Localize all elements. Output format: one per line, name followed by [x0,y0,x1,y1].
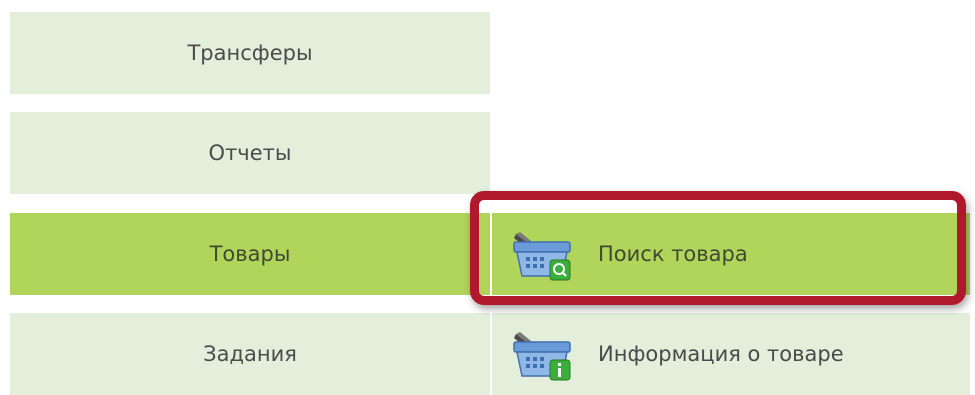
menu-item-products[interactable]: Товары [10,213,490,295]
menu-item-label: Отчеты [208,141,292,165]
submenu-item-label: Поиск товара [598,242,748,266]
menu-item-label: Трансферы [187,41,313,65]
menu-item-label: Задания [203,342,297,366]
menu-item-transfers[interactable]: Трансферы [10,12,490,94]
basket-info-icon [512,326,578,382]
submenu-item-product-search[interactable]: Поиск товара [492,213,970,295]
menu-item-reports[interactable]: Отчеты [10,112,490,194]
menu-item-tasks[interactable]: Задания [10,313,490,395]
basket-search-icon [512,226,578,282]
menu-item-label: Товары [209,242,291,266]
submenu-item-product-info[interactable]: Информация о товаре [492,313,970,395]
submenu-item-label: Информация о товаре [598,342,844,366]
